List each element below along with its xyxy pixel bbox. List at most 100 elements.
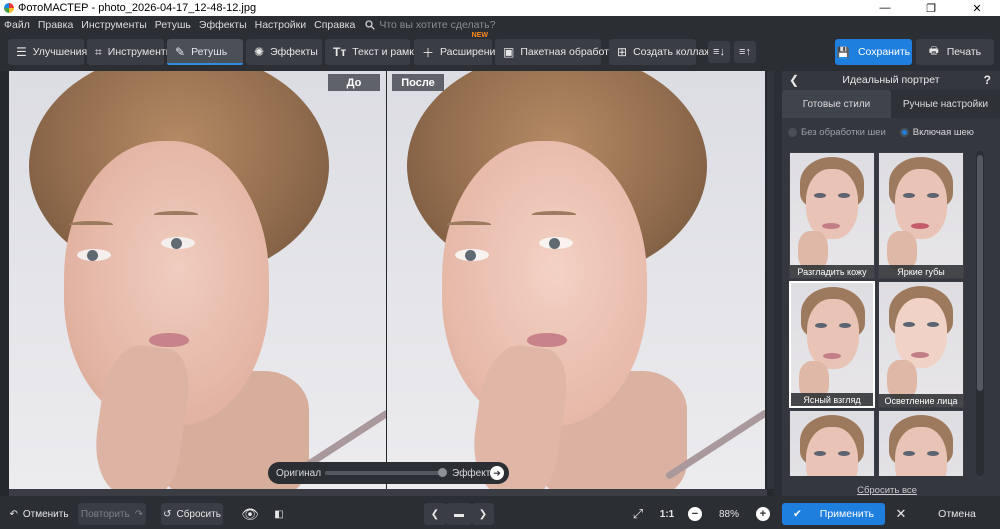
tab-ready-styles[interactable]: Готовые стили [782, 90, 891, 118]
menu-help[interactable]: Справка [314, 19, 355, 31]
thumb-lips [911, 352, 929, 358]
print-button[interactable]: 🖶 Печать [916, 39, 994, 65]
menu-effects[interactable]: Эффекты [199, 19, 247, 31]
tab-retouch[interactable]: ✎ Ретушь [167, 39, 243, 65]
tab-text-frames[interactable]: Tт Текст и рамки [325, 39, 420, 65]
eye-left [455, 249, 489, 261]
brow-left [447, 221, 491, 228]
maximize-button[interactable]: ❐ [908, 0, 954, 16]
next-image-button[interactable]: ❯ [472, 503, 494, 525]
neck-options: Без обработки шеи Включая шею [788, 127, 994, 138]
eye-icon[interactable]: 👁 [238, 503, 262, 525]
compare-icon[interactable]: ◧ [268, 503, 290, 525]
tab-tools[interactable]: ⌗ Инструменты [87, 39, 173, 65]
reset-label: Сбросить [176, 508, 221, 520]
radio-without-neck[interactable]: Без обработки шеи [788, 127, 886, 138]
photo-after[interactable] [387, 71, 765, 489]
tab-label: Расширения [440, 46, 502, 58]
window-title: ФотоМАСТЕР - photo_2026-04-17_12-48-12.j… [18, 2, 257, 14]
preset-label: Разгладить кожу [790, 265, 874, 278]
thumb-eye [839, 323, 851, 328]
chevron-left-icon: ❮ [430, 508, 440, 520]
close-window-button[interactable]: ✕ [954, 0, 1000, 16]
slider-track[interactable] [325, 471, 447, 475]
create-collage-button[interactable]: ⊞ Создать коллаж [609, 39, 711, 65]
menu-search[interactable]: Что вы хотите сделать? [365, 19, 495, 31]
text-icon: Tт [333, 45, 347, 59]
preset-label: Осветление лица [879, 394, 963, 407]
collage-icon: ⊞ [617, 45, 628, 59]
menu-retouch[interactable]: Ретушь [155, 19, 191, 31]
plus-icon: + [756, 507, 770, 521]
preset-item[interactable] [789, 410, 875, 476]
tab-extensions[interactable]: ＋ Расширения NEW [414, 32, 501, 65]
save-button[interactable]: 💾 Сохранить [835, 39, 912, 65]
effect-strength-slider[interactable]: Оригинал Эффект ➜ [268, 462, 509, 484]
scrollbar-thumb[interactable] [977, 155, 983, 391]
minimize-button[interactable]: — [862, 0, 908, 16]
close-icon[interactable]: ✕ [892, 503, 910, 525]
tab-label: Улучшения [32, 46, 88, 58]
redo-icon: ↷ [134, 508, 144, 520]
back-arrow-icon[interactable]: ❮ [789, 73, 799, 87]
presets-down-button[interactable]: ≡↓ [708, 41, 730, 63]
tab-label: Эффекты [270, 46, 318, 58]
zoom-in-button[interactable]: + [754, 503, 772, 525]
thumb-eye [814, 193, 826, 198]
presets-up-button[interactable]: ≡↑ [734, 41, 756, 63]
tab-label: Создать коллаж [633, 46, 712, 58]
slider-knob[interactable] [438, 468, 447, 477]
menu-edit[interactable]: Правка [38, 19, 73, 31]
undo-icon: ↶ [9, 508, 18, 520]
actual-size-button[interactable]: 1:1 [655, 503, 679, 525]
preset-scrollbar[interactable] [976, 151, 984, 476]
canvas-vertical-scrollbar[interactable] [767, 71, 774, 489]
undo-button[interactable]: ↶ Отменить [8, 503, 70, 525]
reset-button[interactable]: ↺ Сбросить [161, 503, 223, 525]
portrait-panel: ❮ Идеальный портрет ? Готовые стили Ручн… [782, 71, 1000, 496]
floppy-icon: 💾 [836, 46, 850, 59]
menu-tools[interactable]: Инструменты [81, 19, 146, 31]
preset-smooth-skin[interactable]: Разгладить кожу [789, 152, 875, 279]
canvas-area: До После Оригинал Эффект ➜ [0, 71, 774, 496]
crop-icon: ⌗ [95, 44, 102, 59]
thumb-eye [927, 322, 939, 327]
tab-enhancements[interactable]: ☰ Улучшения [8, 39, 88, 65]
preset-label: Яркие губы [879, 265, 963, 278]
save-label: Сохранить [857, 46, 911, 58]
preset-item[interactable] [878, 410, 964, 476]
search-icon [365, 19, 376, 30]
plus-icon: ＋ [422, 45, 435, 60]
cancel-button[interactable]: Отмена [920, 503, 994, 525]
zoom-level: 88% [718, 508, 739, 520]
tab-manual-settings[interactable]: Ручные настройки [891, 90, 1000, 118]
main-toolbar: ☰ Улучшения ⌗ Инструменты ✎ Ретушь ✺ Эфф… [0, 32, 1000, 71]
menu-settings[interactable]: Настройки [255, 19, 307, 31]
preset-face-lightening[interactable]: Осветление лица [878, 281, 964, 408]
preset-bright-lips[interactable]: Яркие губы [878, 152, 964, 279]
tab-effects[interactable]: ✺ Эффекты [246, 39, 322, 65]
chevron-right-icon: ❯ [478, 508, 488, 520]
thumb-eye [927, 193, 939, 198]
slider-right-label: Эффект [452, 467, 491, 479]
reset-all-link[interactable]: Сбросить все [782, 485, 992, 496]
batch-processing-button[interactable]: ▣ Пакетная обработка [495, 39, 620, 65]
arrow-right-icon[interactable]: ➜ [490, 466, 504, 480]
help-icon[interactable]: ? [984, 73, 991, 87]
radio-with-neck[interactable]: Включая шею [899, 127, 974, 138]
reset-icon: ↺ [163, 508, 172, 520]
preset-clear-look[interactable]: Ясный взгляд [789, 281, 875, 408]
thumb-eye [903, 322, 915, 327]
canvas-horizontal-scrollbar[interactable] [9, 489, 767, 496]
menu-file[interactable]: Файл [4, 19, 30, 31]
app-logo-icon [4, 3, 14, 13]
redo-button[interactable]: Повторить ↷ [78, 503, 146, 525]
apply-button[interactable]: ✔ Применить [782, 503, 885, 525]
panel-tabs: Готовые стили Ручные настройки [782, 90, 1000, 118]
open-folder-button[interactable]: ▬ [446, 503, 472, 525]
apply-label: Применить [819, 508, 875, 520]
prev-image-button[interactable]: ❮ [424, 503, 446, 525]
photo-before[interactable] [9, 71, 386, 489]
zoom-out-button[interactable]: − [686, 503, 704, 525]
fit-screen-icon[interactable]: ⤢ [628, 503, 648, 525]
